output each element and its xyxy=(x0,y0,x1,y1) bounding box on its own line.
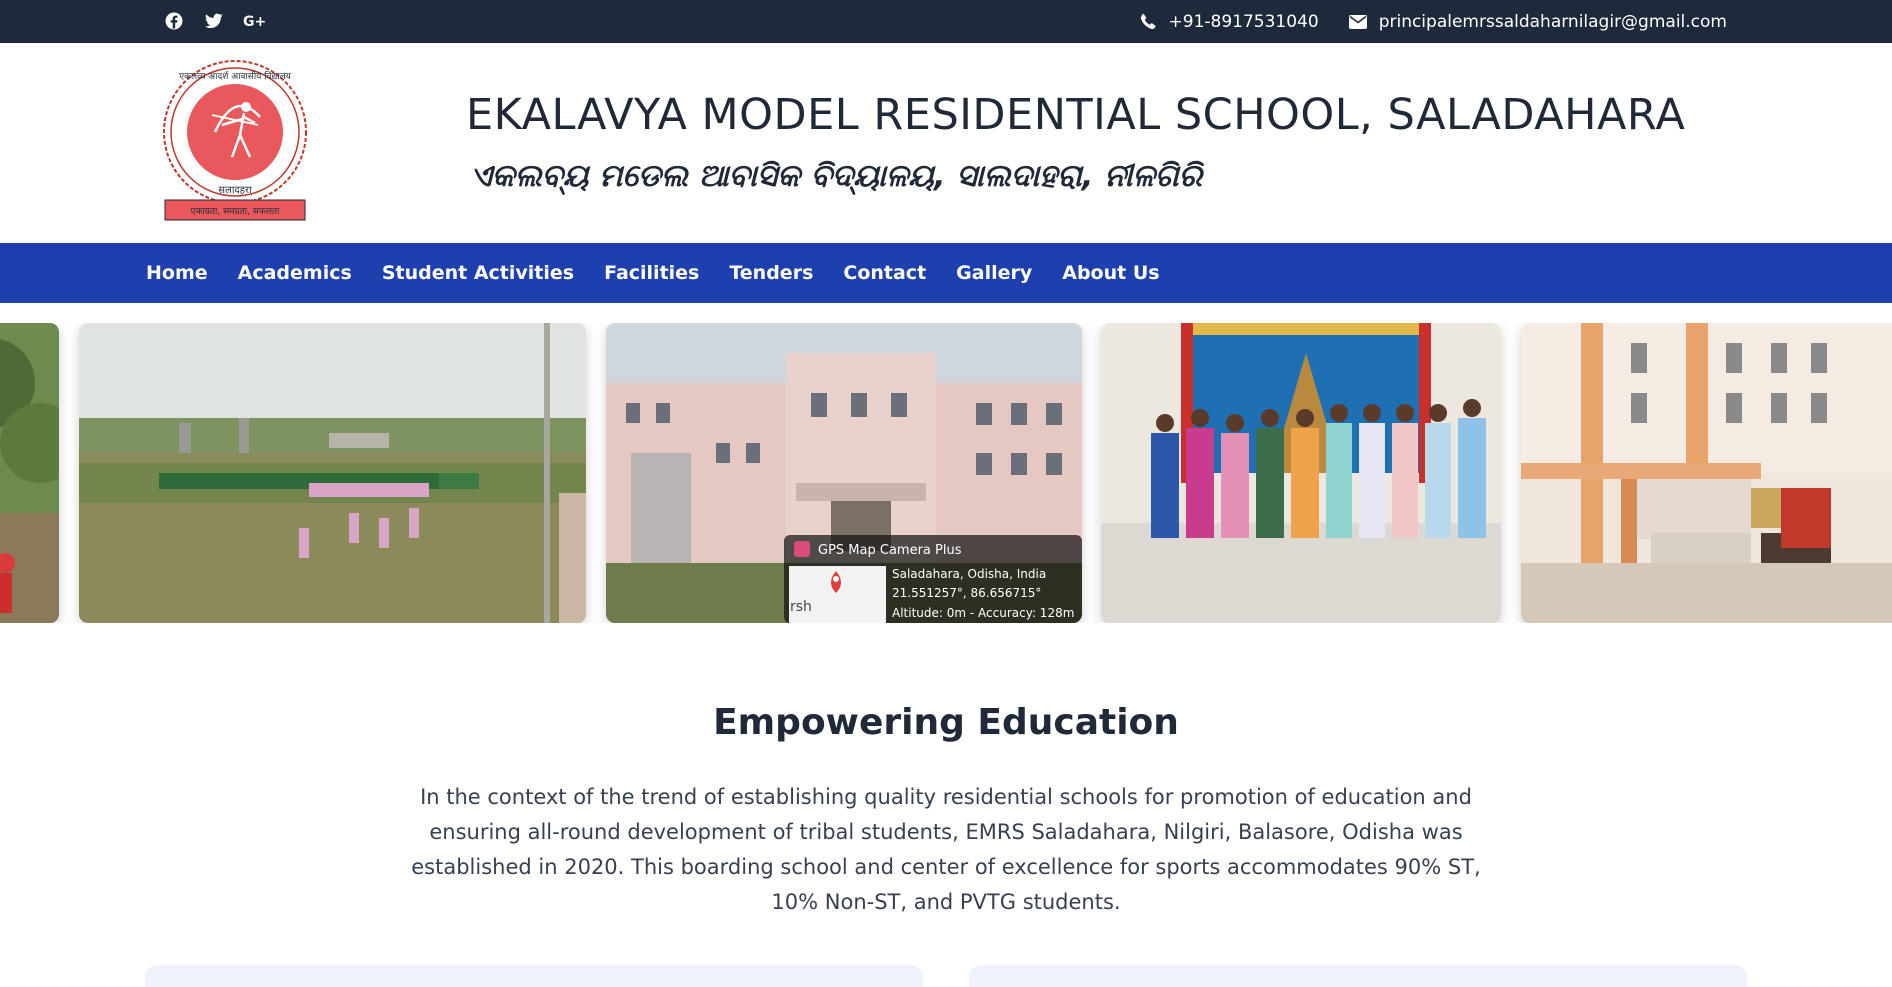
section-paragraph: In the context of the trend of establish… xyxy=(411,785,1481,914)
nav-item-about-us[interactable]: About Us xyxy=(1062,262,1159,284)
email-address: principalemrssaldaharnilagir@gmail.com xyxy=(1378,11,1727,32)
carousel-image-field-assembly[interactable] xyxy=(79,323,586,623)
google-plus-icon[interactable]: G+ xyxy=(243,10,265,32)
phone-contact[interactable]: +91-8917531040 xyxy=(1140,12,1319,32)
nav-item-contact[interactable]: Contact xyxy=(843,262,926,284)
logo-top-text: एकलव्य आदर्श आवासीय विद्यालय xyxy=(179,70,292,82)
carousel-image-partial-left[interactable] xyxy=(0,323,59,623)
nav-item-home[interactable]: Home xyxy=(146,262,208,284)
school-title-odia: ଏକଲବ୍ୟ ମଡେଲ ଆବାସିକ ବିଦ୍ୟାଳୟ, ସାଲଦାହରା, ନ… xyxy=(470,158,1203,194)
section-heading: Empowering Education xyxy=(713,702,1179,743)
gps-overlay-app: GPS Map Camera Plus xyxy=(818,543,962,558)
facebook-icon[interactable] xyxy=(163,10,185,32)
info-card-left xyxy=(145,965,923,987)
phone-number: +91-8917531040 xyxy=(1168,11,1319,32)
social-links: G+ xyxy=(163,10,265,32)
carousel-image-school-building[interactable]: GPS Map Camera Plus rsh Saladahara, Odis… xyxy=(606,323,1082,623)
school-logo[interactable]: एकलव्य आदर्श आवासीय विद्यालय सलादहरा एका… xyxy=(160,57,310,227)
carousel-image-building-entrance[interactable] xyxy=(1521,323,1892,623)
logo-bottom-text: सलादहरा xyxy=(218,185,252,196)
gps-location: Saladahara, Odisha, India xyxy=(892,567,1046,581)
school-title-english: EKALAVYA MODEL RESIDENTIAL SCHOOL, SALAD… xyxy=(466,90,1686,140)
logo-motto: एकाग्रता, समग्रता, सफलता xyxy=(191,207,280,217)
main-nav: Home Academics Student Activities Facili… xyxy=(0,243,1892,303)
nav-item-gallery[interactable]: Gallery xyxy=(956,262,1032,284)
image-carousel[interactable]: GPS Map Camera Plus rsh Saladahara, Odis… xyxy=(0,323,1892,623)
nav-item-facilities[interactable]: Facilities xyxy=(604,262,699,284)
svg-text:G+: G+ xyxy=(243,14,265,28)
nav-item-tenders[interactable]: Tenders xyxy=(729,262,813,284)
envelope-icon xyxy=(1348,14,1367,29)
contact-info: +91-8917531040 principalemrssaldaharnila… xyxy=(1140,0,1727,43)
gps-coordinates: 21.551257°, 86.656715° xyxy=(892,586,1041,600)
twitter-icon[interactable] xyxy=(203,10,225,32)
nav-item-student-activities[interactable]: Student Activities xyxy=(382,262,574,284)
email-contact[interactable]: principalemrssaldaharnilagir@gmail.com xyxy=(1348,11,1727,32)
info-card-right xyxy=(969,965,1747,987)
phone-icon xyxy=(1140,13,1156,30)
site-header: एकलव्य आदर्श आवासीय विद्यालय सलादहरा एका… xyxy=(0,43,1892,243)
gps-map-text: rsh xyxy=(790,599,812,615)
gps-accuracy: Altitude: 0m - Accuracy: 128m xyxy=(892,606,1074,620)
carousel-image-staff-group[interactable] xyxy=(1101,323,1501,623)
top-bar: G+ +91-8917531040 principalemrssaldaharn… xyxy=(0,0,1892,43)
nav-item-academics[interactable]: Academics xyxy=(238,262,352,284)
